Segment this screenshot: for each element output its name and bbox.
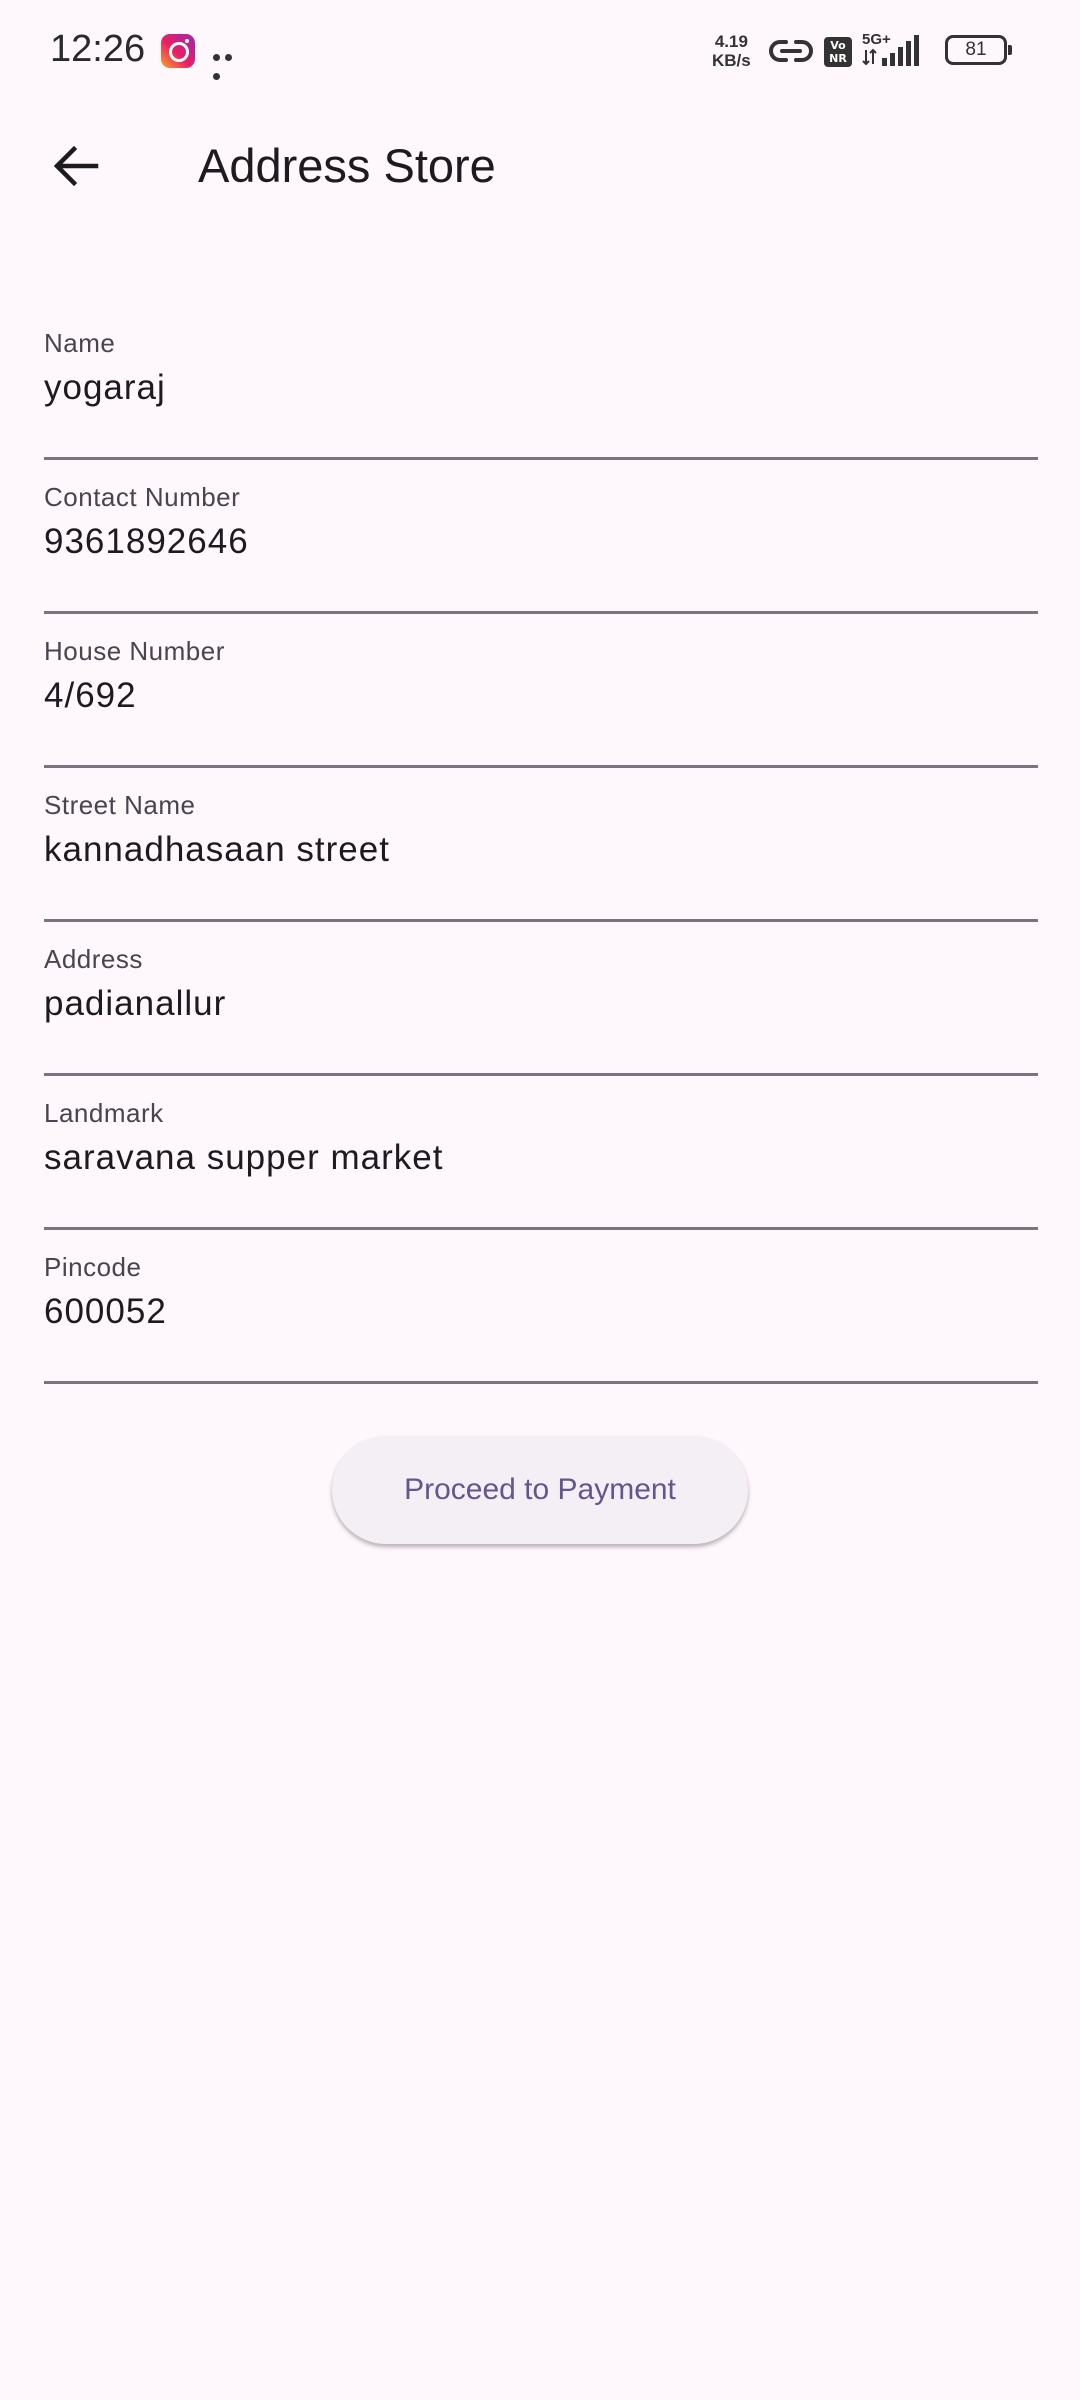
landmark-field-label: Landmark xyxy=(44,1098,164,1128)
battery-indicator: 81 xyxy=(945,35,1012,65)
pincode-field-label: Pincode xyxy=(44,1252,142,1282)
signal-strength-icon: 5G+ xyxy=(862,31,919,66)
street-name-input[interactable] xyxy=(44,830,1038,870)
hotspot-link-icon xyxy=(769,40,813,62)
name-field[interactable]: Name xyxy=(44,306,1038,460)
name-field-label: Name xyxy=(44,328,116,358)
house-number-input[interactable] xyxy=(44,676,1038,716)
network-speed-unit: KB/s xyxy=(712,51,751,70)
app-bar: Address Store xyxy=(0,100,1080,240)
pincode-field[interactable]: Pincode xyxy=(44,1230,1038,1384)
instagram-icon xyxy=(161,34,195,68)
address-field-label: Address xyxy=(44,944,143,974)
page-title: Address Store xyxy=(198,139,496,192)
contact-number-field-label: Contact Number xyxy=(44,482,241,512)
contact-number-input[interactable] xyxy=(44,522,1038,562)
house-number-field-label: House Number xyxy=(44,636,225,666)
name-input[interactable] xyxy=(44,368,1038,408)
house-number-field[interactable]: House Number xyxy=(44,614,1038,768)
contact-number-field[interactable]: Contact Number xyxy=(44,460,1038,614)
arrow-back-icon xyxy=(53,145,99,187)
status-bar: 12:26 4.19 KB/s Vo NR 5G+ 81 xyxy=(0,0,1080,100)
street-name-field-label: Street Name xyxy=(44,790,196,820)
vonr-label-bottom: NR xyxy=(829,52,847,65)
vonr-label-top: Vo xyxy=(830,39,846,52)
landmark-field[interactable]: Landmark xyxy=(44,1076,1038,1230)
landmark-input[interactable] xyxy=(44,1138,1038,1178)
network-speed: 4.19 KB/s xyxy=(712,32,751,70)
network-speed-value: 4.19 xyxy=(714,32,748,51)
address-form: Name Contact Number House Number Street … xyxy=(44,306,1038,1384)
back-button[interactable] xyxy=(36,126,116,206)
street-name-field[interactable]: Street Name xyxy=(44,768,1038,922)
vonr-icon: Vo NR xyxy=(824,37,852,67)
address-field[interactable]: Address xyxy=(44,922,1038,1076)
pincode-input[interactable] xyxy=(44,1292,1038,1332)
network-type-label: 5G+ xyxy=(862,31,891,48)
address-input[interactable] xyxy=(44,984,1038,1024)
more-notifications-icon xyxy=(213,46,247,80)
status-time: 12:26 xyxy=(50,28,146,70)
proceed-to-payment-button[interactable]: Proceed to Payment xyxy=(332,1436,748,1544)
